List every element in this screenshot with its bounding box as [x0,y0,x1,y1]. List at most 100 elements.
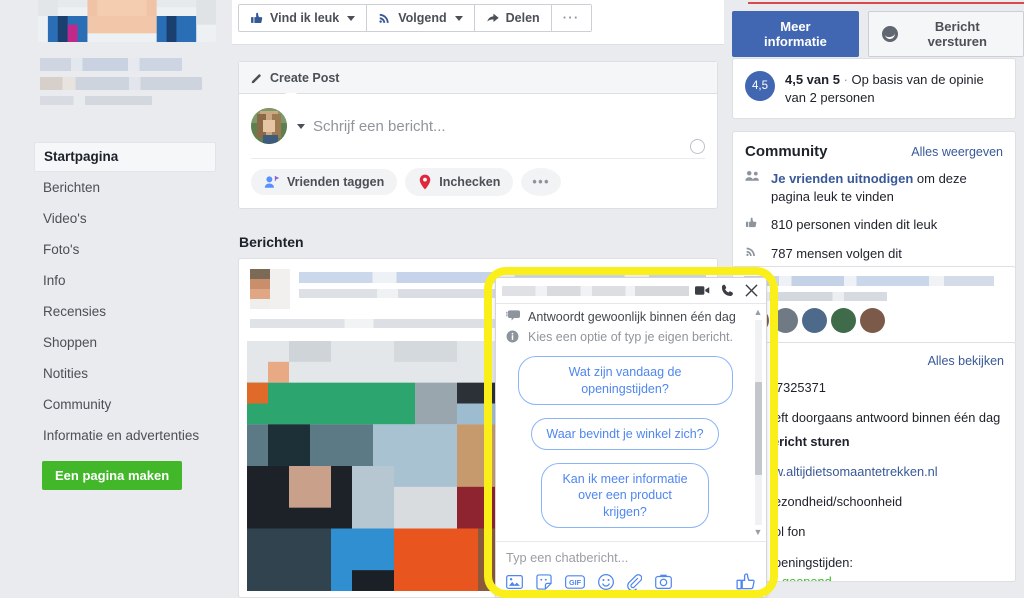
sidebar-item-recensies[interactable]: Recensies [34,296,216,327]
send-message-button[interactable]: Bericht versturen [867,11,1024,57]
share-button-label: Delen [505,11,540,25]
chat-footer: Typ een chatbericht... GIF [496,541,766,597]
voice-call-icon[interactable] [721,284,734,297]
avatar-blurred [251,108,287,144]
avatar[interactable] [773,308,798,333]
like-button-label: Vind ik leuk [270,11,340,25]
scroll-thumb[interactable] [755,382,762,475]
sidebar-item-shoppen[interactable]: Shoppen [34,327,216,358]
chat-message-input[interactable]: Typ een chatbericht... [506,550,756,565]
chat-scrollbar[interactable]: ▲ ▼ [753,308,763,537]
sidebar-item-berichten[interactable]: Berichten [34,172,216,203]
community-header: Community Alles weergeven [745,143,1003,160]
post-more-button[interactable]: ••• [521,168,562,196]
info-see-all-link[interactable]: Alles bekijken [928,354,1004,368]
learn-more-button[interactable]: Meer informatie [732,11,859,57]
create-post-header: Create Post [239,62,717,99]
community-invite-row[interactable]: Je vrienden uitnodigen om deze pagina le… [745,170,1003,205]
quick-reply-store-location[interactable]: Waar bevindt je winkel zich? [531,417,719,450]
rating-badge: 4,5 [745,71,775,101]
sidebar-item-notities[interactable]: Notities [34,358,216,389]
avatar[interactable] [802,308,827,333]
emoji-icon[interactable] [690,139,705,154]
sidebar-item-fotos[interactable]: Foto's [34,234,216,265]
rss-icon [745,245,761,263]
right-column: Meer informatie Bericht versturen 4,5 4,… [724,0,1024,598]
emoji-icon[interactable] [598,573,614,590]
sidebar-item-informatie-en-advertenties[interactable]: Informatie en advertenties [34,420,216,451]
community-invite-text: Je vrienden uitnodigen om deze pagina le… [771,170,1003,205]
thumbs-up-icon [250,11,264,25]
info-send-message-link[interactable]: ericht sturen [744,433,1004,450]
create-post-actions: Vrienden taggen Inchecken ••• [239,159,717,205]
scroll-up-arrow-icon[interactable]: ▲ [753,308,763,317]
avatar[interactable] [831,308,856,333]
create-page-button[interactable]: Een pagina maken [42,461,183,490]
photo-icon[interactable] [506,574,523,590]
page-name-blurred [40,58,216,111]
page-title-blur [40,58,182,71]
page-cover-photo[interactable] [38,0,216,42]
more-options-button[interactable]: ··· [551,5,591,31]
info-website-row[interactable]: w.altijdietsomaantetrekken.nl [744,463,1004,480]
sidebar-item-startpagina[interactable]: Startpagina [34,142,216,172]
sidebar-item-community[interactable]: Community [34,389,216,420]
close-icon[interactable] [745,284,758,297]
chat-hint-row: Kies een optie of typ je eigen bericht. [506,330,744,346]
sidebar-item-label: Informatie en advertenties [43,428,200,443]
location-pin-icon [418,174,432,190]
invite-friends-link[interactable]: Je vrienden uitnodigen [771,171,913,186]
chevron-down-icon [454,15,463,21]
chat-hint-text: Kies een optie of typ je eigen bericht. [528,329,733,344]
tag-friends-button[interactable]: Vrienden taggen [251,169,398,195]
chat-title-blurred [502,285,689,296]
check-in-button[interactable]: Inchecken [405,168,514,196]
quick-reply-opening-hours[interactable]: Wat zijn vandaag de openingstijden? [517,356,733,405]
sidebar-item-videos[interactable]: Video's [34,203,216,234]
post-avatar[interactable] [250,269,290,309]
speech-bubble-icon [506,310,520,326]
share-button[interactable]: Delen [474,5,552,31]
audience-chevron-icon[interactable] [297,123,305,129]
community-see-all-link[interactable]: Alles weergeven [911,145,1003,159]
community-followers-row: 787 mensen volgen dit [745,245,1003,263]
pencil-icon [251,72,263,84]
create-post-title: Create Post [270,70,340,85]
scroll-down-arrow-icon[interactable]: ▼ [753,528,763,537]
sidebar-item-label: Video's [43,211,87,226]
info-hours-value-row: ti geopend [772,573,832,582]
avatar[interactable] [251,108,287,144]
sticker-icon[interactable] [536,573,552,590]
page-action-bar: Vind ik leuk Volgend Delen ··· [232,0,724,45]
community-followers-text: 787 mensen volgen dit [771,245,902,261]
chat-header-icons [695,284,758,297]
gif-icon[interactable]: GIF [565,574,585,589]
friends-card [732,266,1016,344]
sidebar-item-info[interactable]: Info [34,265,216,296]
sidebar-item-label: Community [43,397,112,412]
friends-icon [745,170,761,205]
info-category-row: ezondheid/schoonheid [774,494,903,510]
chat-body: Antwoordt gewoonlijk binnen één dag Kies… [496,304,766,541]
video-call-icon[interactable] [695,285,710,296]
quick-reply-list: Wat zijn vandaag de openingstijden? Waar… [506,356,744,541]
attachment-icon[interactable] [627,573,642,590]
community-title: Community [745,143,828,160]
post-placeholder[interactable]: Schrijf een bericht... [313,118,446,135]
ellipsis-icon: ••• [532,175,551,189]
create-post-composer[interactable]: Schrijf een bericht... [239,94,717,158]
community-likes-text: 810 personen vinden dit leuk [771,217,938,233]
quick-reply-product-info[interactable]: Kan ik meer informatie over een product … [541,463,709,528]
cover-photo-blurred [38,0,216,42]
friend-avatars [744,308,1004,333]
rating-separator: · [843,72,848,87]
scroll-track[interactable] [755,320,762,525]
rating-card: 4,5 4,5 van 5 · Op basis van de opinie v… [732,58,1016,120]
send-message-label: Bericht versturen [927,19,987,49]
like-button[interactable]: Vind ik leuk [239,5,368,31]
camera-icon[interactable] [655,574,672,589]
info-card-header: Alles bekijken [744,353,1004,368]
follow-button[interactable]: Volgend [367,5,475,31]
avatar[interactable] [860,308,885,333]
thumbs-up-icon[interactable] [736,572,756,591]
